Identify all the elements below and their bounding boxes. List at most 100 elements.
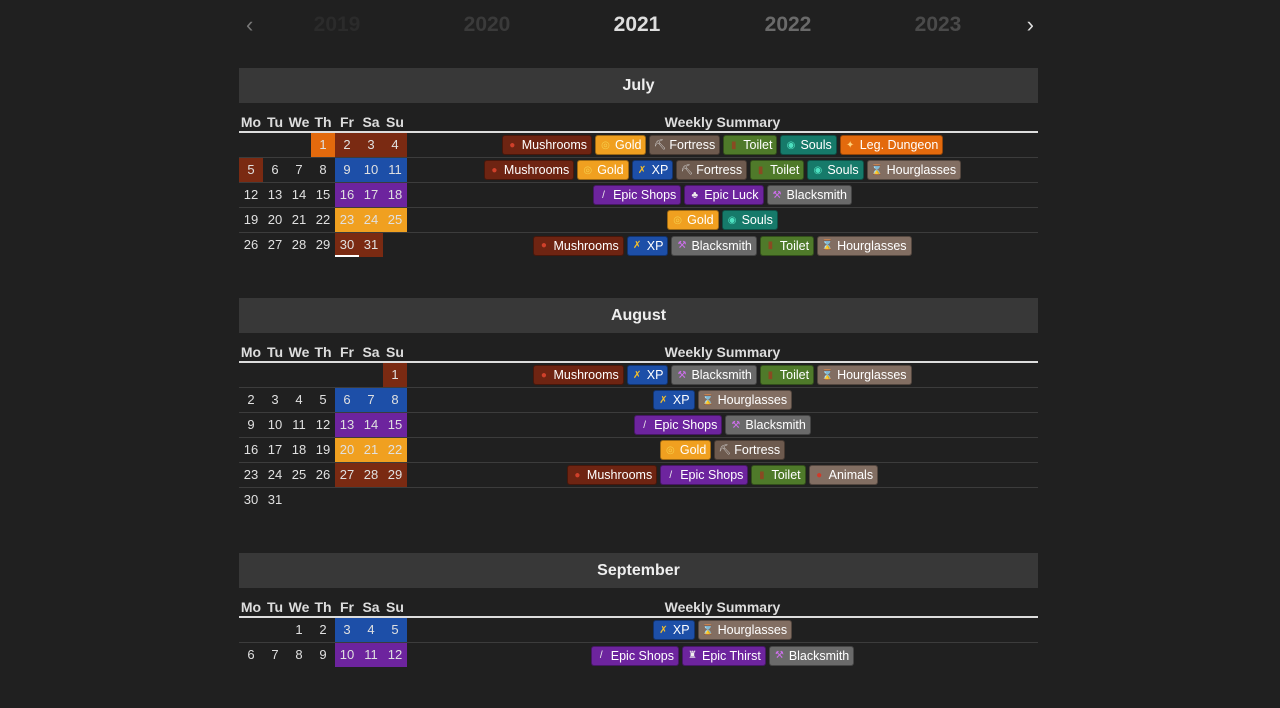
event-badge[interactable]: ♜ Epic Thirst bbox=[681, 645, 766, 666]
day-cell[interactable]: 25 bbox=[383, 208, 407, 232]
day-cell[interactable]: 4 bbox=[287, 388, 311, 412]
year-2023[interactable]: 2023 bbox=[898, 13, 978, 37]
day-cell[interactable]: 13 bbox=[263, 183, 287, 207]
day-cell[interactable]: 23 bbox=[239, 463, 263, 487]
event-badge[interactable]: ▮ Toilet bbox=[759, 365, 815, 385]
day-cell[interactable]: 3 bbox=[335, 618, 359, 642]
event-badge[interactable]: ⚒ Blacksmith bbox=[671, 365, 757, 385]
next-year-arrow-icon[interactable]: › bbox=[1027, 12, 1034, 38]
event-badge[interactable]: ⌛ Hourglasses bbox=[697, 620, 793, 640]
day-cell[interactable]: 26 bbox=[311, 463, 335, 487]
event-badge[interactable]: ⛏ Fortress bbox=[649, 135, 721, 155]
day-cell[interactable]: 30 bbox=[335, 233, 359, 257]
event-badge[interactable]: ⚒ Blacksmith bbox=[671, 235, 757, 256]
day-cell[interactable]: 18 bbox=[287, 438, 311, 462]
day-cell[interactable]: 22 bbox=[383, 438, 407, 462]
day-cell[interactable]: 8 bbox=[311, 158, 335, 182]
day-cell[interactable]: 23 bbox=[335, 208, 359, 232]
day-cell[interactable]: 1 bbox=[287, 618, 311, 642]
day-cell[interactable]: 3 bbox=[263, 388, 287, 412]
day-cell[interactable]: 5 bbox=[239, 158, 263, 182]
event-badge[interactable]: ▮ Toilet bbox=[751, 465, 806, 485]
event-badge[interactable]: ◎ Gold bbox=[577, 160, 629, 180]
day-cell[interactable]: 25 bbox=[287, 463, 311, 487]
year-2020[interactable]: 2020 bbox=[447, 13, 527, 37]
day-cell[interactable]: 1 bbox=[383, 363, 407, 387]
day-cell[interactable]: 21 bbox=[359, 438, 383, 462]
day-cell[interactable]: 11 bbox=[383, 158, 407, 182]
day-cell[interactable]: 27 bbox=[263, 233, 287, 257]
event-badge[interactable]: ⚒ Blacksmith bbox=[768, 645, 855, 666]
day-cell[interactable]: 30 bbox=[239, 488, 263, 512]
day-cell[interactable]: 10 bbox=[263, 413, 287, 437]
day-cell[interactable]: 17 bbox=[263, 438, 287, 462]
event-badge[interactable]: ▮ Toilet bbox=[750, 160, 805, 180]
day-cell[interactable]: 20 bbox=[263, 208, 287, 232]
day-cell[interactable]: 17 bbox=[359, 183, 383, 207]
event-badge[interactable]: ◉ Souls bbox=[807, 160, 864, 180]
year-2019[interactable]: 2019 bbox=[297, 13, 377, 37]
event-badge[interactable]: ⛏ Fortress bbox=[714, 440, 786, 460]
prev-year-arrow-icon[interactable]: ‹ bbox=[246, 12, 253, 38]
day-cell[interactable]: 12 bbox=[383, 643, 407, 667]
day-cell[interactable]: 16 bbox=[335, 183, 359, 207]
day-cell[interactable]: 28 bbox=[287, 233, 311, 257]
day-cell[interactable]: 4 bbox=[383, 133, 407, 157]
event-badge[interactable]: ⌛ Hourglasses bbox=[866, 160, 962, 180]
day-cell[interactable]: 18 bbox=[383, 183, 407, 207]
day-cell[interactable]: 2 bbox=[335, 133, 359, 157]
day-cell[interactable]: 2 bbox=[239, 388, 263, 412]
event-badge[interactable]: ● Mushrooms bbox=[533, 235, 624, 256]
event-badge[interactable]: ⌛ Hourglasses bbox=[817, 235, 912, 256]
event-badge[interactable]: / Epic Shops bbox=[590, 645, 679, 666]
event-badge[interactable]: ✦ Leg. Dungeon bbox=[839, 135, 944, 155]
day-cell[interactable]: 15 bbox=[311, 183, 335, 207]
day-cell[interactable]: 8 bbox=[287, 643, 311, 667]
day-cell[interactable]: 7 bbox=[263, 643, 287, 667]
event-badge[interactable]: ● Mushrooms bbox=[566, 465, 658, 485]
event-badge[interactable]: ⚒ Blacksmith bbox=[766, 185, 852, 205]
event-badge[interactable]: ⛏ Fortress bbox=[676, 160, 748, 180]
day-cell[interactable]: 10 bbox=[335, 643, 359, 667]
event-badge[interactable]: ⌛ Hourglasses bbox=[697, 390, 793, 410]
day-cell[interactable]: 9 bbox=[335, 158, 359, 182]
day-cell[interactable]: 26 bbox=[239, 233, 263, 257]
event-badge[interactable]: ● Mushrooms bbox=[501, 135, 593, 155]
day-cell[interactable]: 9 bbox=[239, 413, 263, 437]
day-cell[interactable]: 5 bbox=[383, 618, 407, 642]
day-cell[interactable]: 20 bbox=[335, 438, 359, 462]
event-badge[interactable]: ✗ XP bbox=[626, 365, 669, 385]
event-badge[interactable]: ◉ Souls bbox=[721, 210, 778, 230]
event-badge[interactable]: ✗ XP bbox=[652, 620, 695, 640]
day-cell[interactable]: 11 bbox=[287, 413, 311, 437]
event-badge[interactable]: ✗ XP bbox=[652, 390, 695, 410]
event-badge[interactable]: / Epic Shops bbox=[593, 185, 682, 205]
day-cell[interactable]: 21 bbox=[287, 208, 311, 232]
day-cell[interactable]: 8 bbox=[383, 388, 407, 412]
event-badge[interactable]: ◎ Gold bbox=[595, 135, 647, 155]
event-badge[interactable]: ◎ Gold bbox=[667, 210, 719, 230]
event-badge[interactable]: ● Mushrooms bbox=[483, 160, 575, 180]
day-cell[interactable]: 12 bbox=[311, 413, 335, 437]
day-cell[interactable]: 6 bbox=[263, 158, 287, 182]
day-cell[interactable]: 29 bbox=[311, 233, 335, 257]
day-cell[interactable]: 16 bbox=[239, 438, 263, 462]
day-cell[interactable]: 2 bbox=[311, 618, 335, 642]
day-cell[interactable]: 19 bbox=[311, 438, 335, 462]
event-badge[interactable]: ● Mushrooms bbox=[533, 365, 624, 385]
day-cell[interactable]: 5 bbox=[311, 388, 335, 412]
event-badge[interactable]: ✗ XP bbox=[626, 235, 669, 256]
year-2021-current[interactable]: 2021 bbox=[597, 13, 677, 37]
day-cell[interactable]: 14 bbox=[287, 183, 311, 207]
day-cell[interactable]: 4 bbox=[359, 618, 383, 642]
event-badge[interactable]: ◎ Gold bbox=[659, 440, 712, 460]
day-cell[interactable]: 31 bbox=[263, 488, 287, 512]
event-badge[interactable]: ⌛ Hourglasses bbox=[817, 365, 912, 385]
day-cell[interactable]: 7 bbox=[359, 388, 383, 412]
event-badge[interactable]: / Epic Shops bbox=[634, 415, 723, 435]
day-cell[interactable]: 6 bbox=[335, 388, 359, 412]
day-cell[interactable]: 19 bbox=[239, 208, 263, 232]
day-cell[interactable]: 13 bbox=[335, 413, 359, 437]
day-cell[interactable]: 9 bbox=[311, 643, 335, 667]
day-cell[interactable]: 11 bbox=[359, 643, 383, 667]
